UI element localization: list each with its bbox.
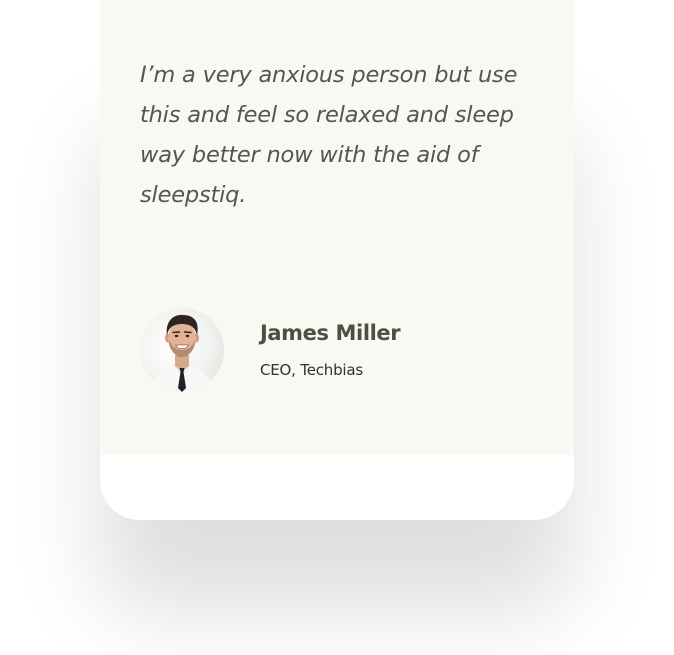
author-avatar xyxy=(140,308,224,392)
author-role: CEO, Techbias xyxy=(260,361,363,379)
testimonial-author: James Miller CEO, Techbias xyxy=(140,308,540,392)
testimonial-card: I’m a very anxious person but use this a… xyxy=(100,0,574,455)
author-name: James Miller xyxy=(260,321,401,345)
testimonial-quote: I’m a very anxious person but use this a… xyxy=(140,62,518,208)
person-photo-icon xyxy=(150,314,214,392)
